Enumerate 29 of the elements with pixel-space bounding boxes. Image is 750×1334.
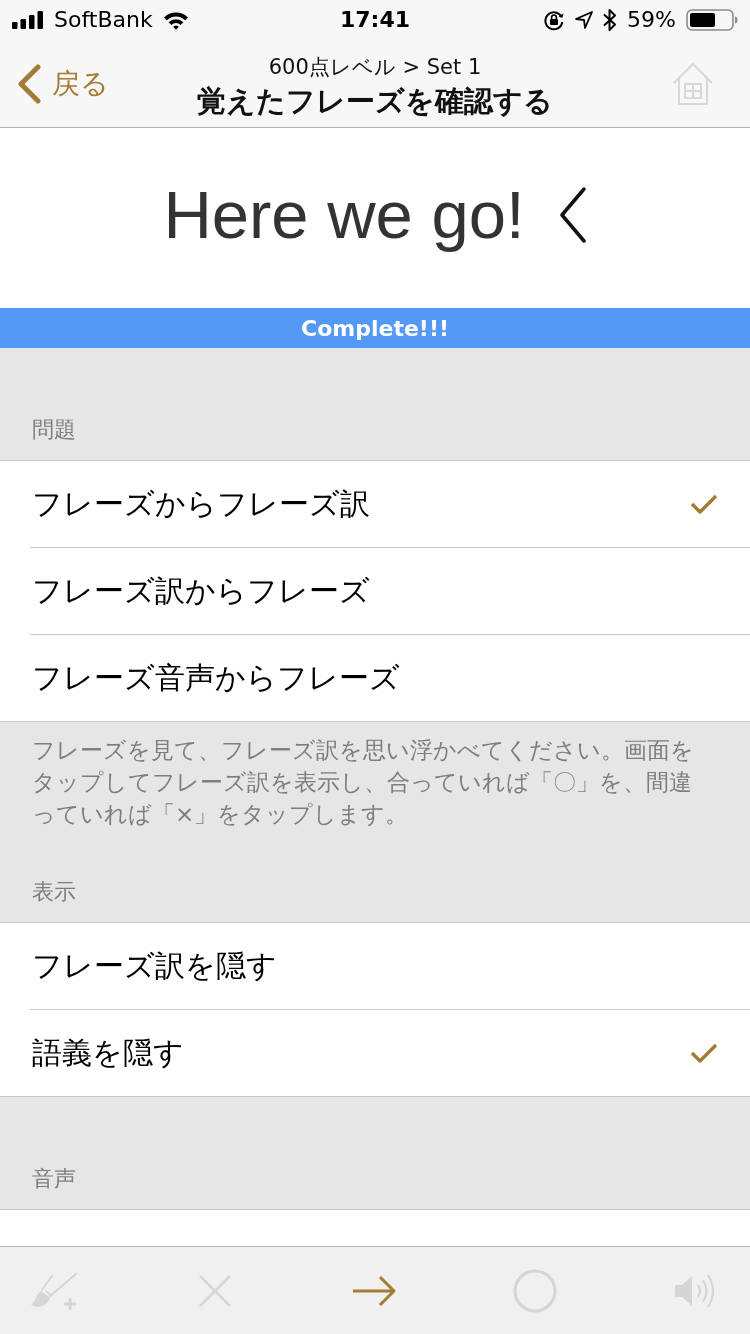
section-header: 問題 [32, 417, 76, 443]
nav-title: 覚えたフレーズを確認する [197, 82, 553, 119]
arrow-right-icon [353, 1274, 397, 1307]
house-icon [672, 61, 714, 106]
location-arrow-icon [575, 11, 594, 29]
status-banner: Complete!!! [0, 308, 750, 348]
chevron-left-icon [16, 63, 42, 104]
clock-time: 17:41 [340, 7, 410, 33]
home-button[interactable] [672, 61, 714, 106]
battery-percent: 59% [627, 7, 676, 33]
back-button[interactable]: 戻る [16, 59, 109, 108]
brush-plus-icon [30, 1271, 80, 1310]
section-header: 表示 [32, 879, 76, 905]
section-footer-text: フレーズを見て、フレーズ訳を思い浮かべてください。画面をタップしてフレーズ訳を表示し、合っていれば「〇」を、間違っていれば「×」をタップします。 [31, 736, 695, 829]
bluetooth-icon [603, 8, 618, 32]
checkmark-icon [690, 1042, 718, 1064]
prompt-text: Here we go! [163, 176, 525, 254]
circle-icon [513, 1268, 557, 1313]
orientation-lock-icon [543, 9, 566, 31]
nav-subtitle: 600点レベル > Set 1 [268, 53, 482, 81]
chevron-left-icon [558, 187, 587, 243]
battery-icon [686, 9, 738, 31]
section-header: 音声 [32, 1166, 76, 1192]
wifi-icon [162, 10, 189, 30]
close-icon [199, 1274, 231, 1307]
checkmark-icon [690, 493, 718, 515]
carrier-name: SoftBank [54, 7, 153, 33]
signal-icon [12, 11, 44, 29]
speaker-icon [674, 1272, 716, 1309]
